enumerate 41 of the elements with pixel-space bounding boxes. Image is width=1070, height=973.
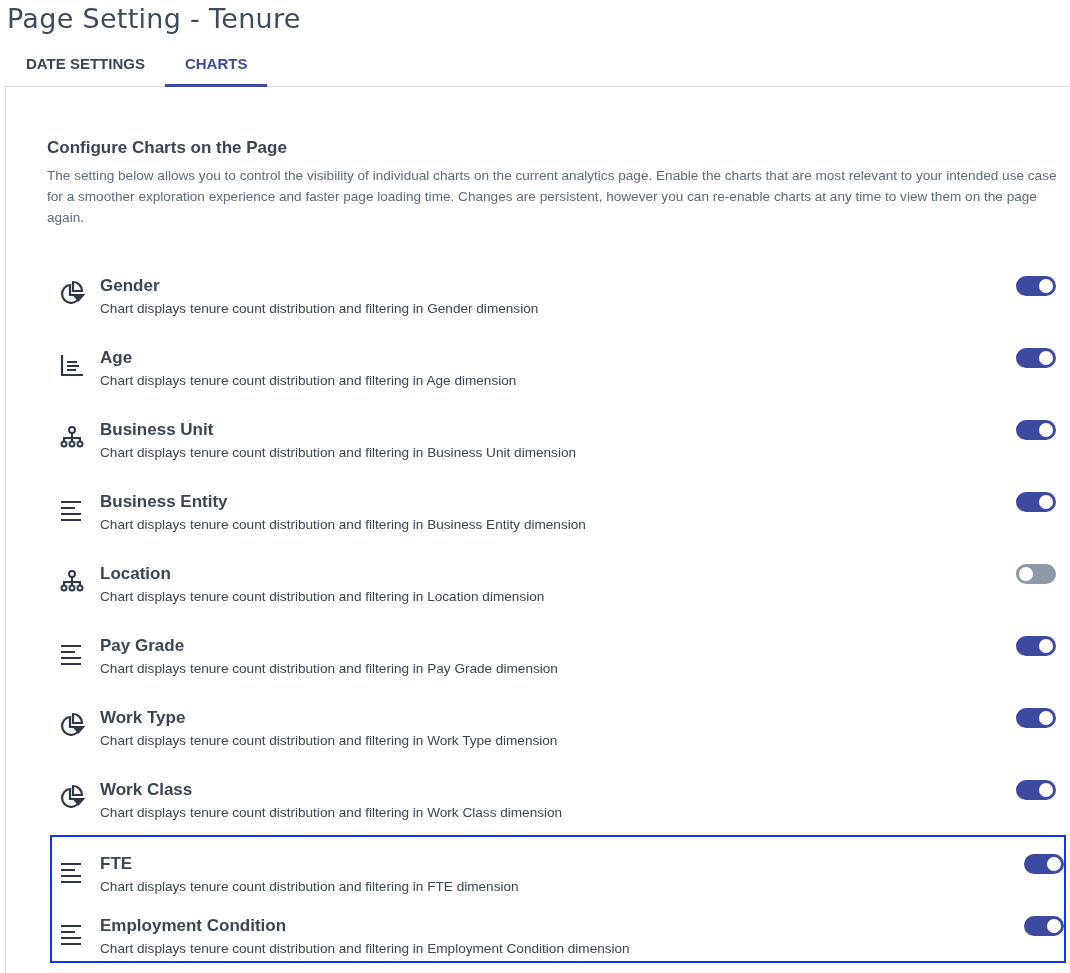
chart-name: Employment Condition — [100, 915, 288, 937]
bar-chart-icon — [59, 352, 85, 378]
toggle-switch[interactable] — [1016, 564, 1056, 584]
chart-name: Location — [100, 563, 172, 585]
chart-description: Chart displays tenure count distribution and filtering in Age dimension — [100, 372, 518, 390]
tab[interactable]: CHARTS — [164, 49, 268, 87]
chart-description: Chart displays tenure count distribution and filtering in Work Class dimension — [100, 804, 564, 822]
toggle-switch[interactable] — [1016, 636, 1056, 656]
hierarchy-icon — [59, 568, 85, 594]
tab[interactable]: DATE SETTINGS — [6, 49, 165, 87]
chart-description: Chart displays tenure count distribution and filtering in Gender dimension — [100, 300, 540, 318]
chart-description: Chart displays tenure count distribution and filtering in Pay Grade dimension — [100, 660, 559, 678]
pie-chart-icon — [59, 280, 85, 306]
section-description: The setting below allows you to control the visibility of individual charts on the current analytics page. Enable the charts that are most relevant to your intended use case for a smoother exploration experience and faster page loading time. Changes are persistent, however you can re-enable charts at any time to view them on the page again. — [47, 167, 1058, 227]
chart-name: FTE — [100, 853, 134, 875]
chart-description: Chart displays tenure count distribution and filtering in Location dimension — [100, 588, 546, 606]
toggle-switch[interactable] — [1016, 276, 1056, 296]
toggle-switch[interactable] — [1016, 420, 1056, 440]
toggle-switch[interactable] — [1016, 492, 1056, 512]
chart-name: Pay Grade — [100, 635, 186, 657]
toggle-switch[interactable] — [1024, 916, 1064, 936]
chart-name: Work Type — [100, 707, 187, 729]
chart-description: Chart displays tenure count distribution and filtering in Work Type dimension — [100, 732, 559, 750]
hierarchy-icon — [59, 424, 85, 450]
toggle-switch[interactable] — [1016, 348, 1056, 368]
chart-name: Business Unit — [100, 419, 215, 441]
chart-description: Chart displays tenure count distribution and filtering in FTE dimension — [100, 878, 520, 896]
chart-description: Chart displays tenure count distribution and filtering in Business Entity dimension — [100, 516, 587, 534]
page-title: Page Setting - Tenure — [6, 2, 302, 36]
pie-chart-icon — [59, 712, 85, 738]
pie-chart-icon — [59, 784, 85, 810]
toggle-switch[interactable] — [1016, 780, 1056, 800]
chart-description: Chart displays tenure count distribution and filtering in Employment Condition dimension — [100, 940, 631, 958]
chart-name: Gender — [100, 275, 161, 297]
chart-name: Work Class — [100, 779, 194, 801]
toggle-switch[interactable] — [1016, 708, 1056, 728]
toggle-switch[interactable] — [1024, 854, 1064, 874]
chart-name: Business Entity — [100, 491, 229, 513]
section-heading: Configure Charts on the Page — [47, 137, 288, 159]
chart-name: Age — [100, 347, 134, 369]
chart-description: Chart displays tenure count distribution and filtering in Business Unit dimension — [100, 444, 578, 462]
